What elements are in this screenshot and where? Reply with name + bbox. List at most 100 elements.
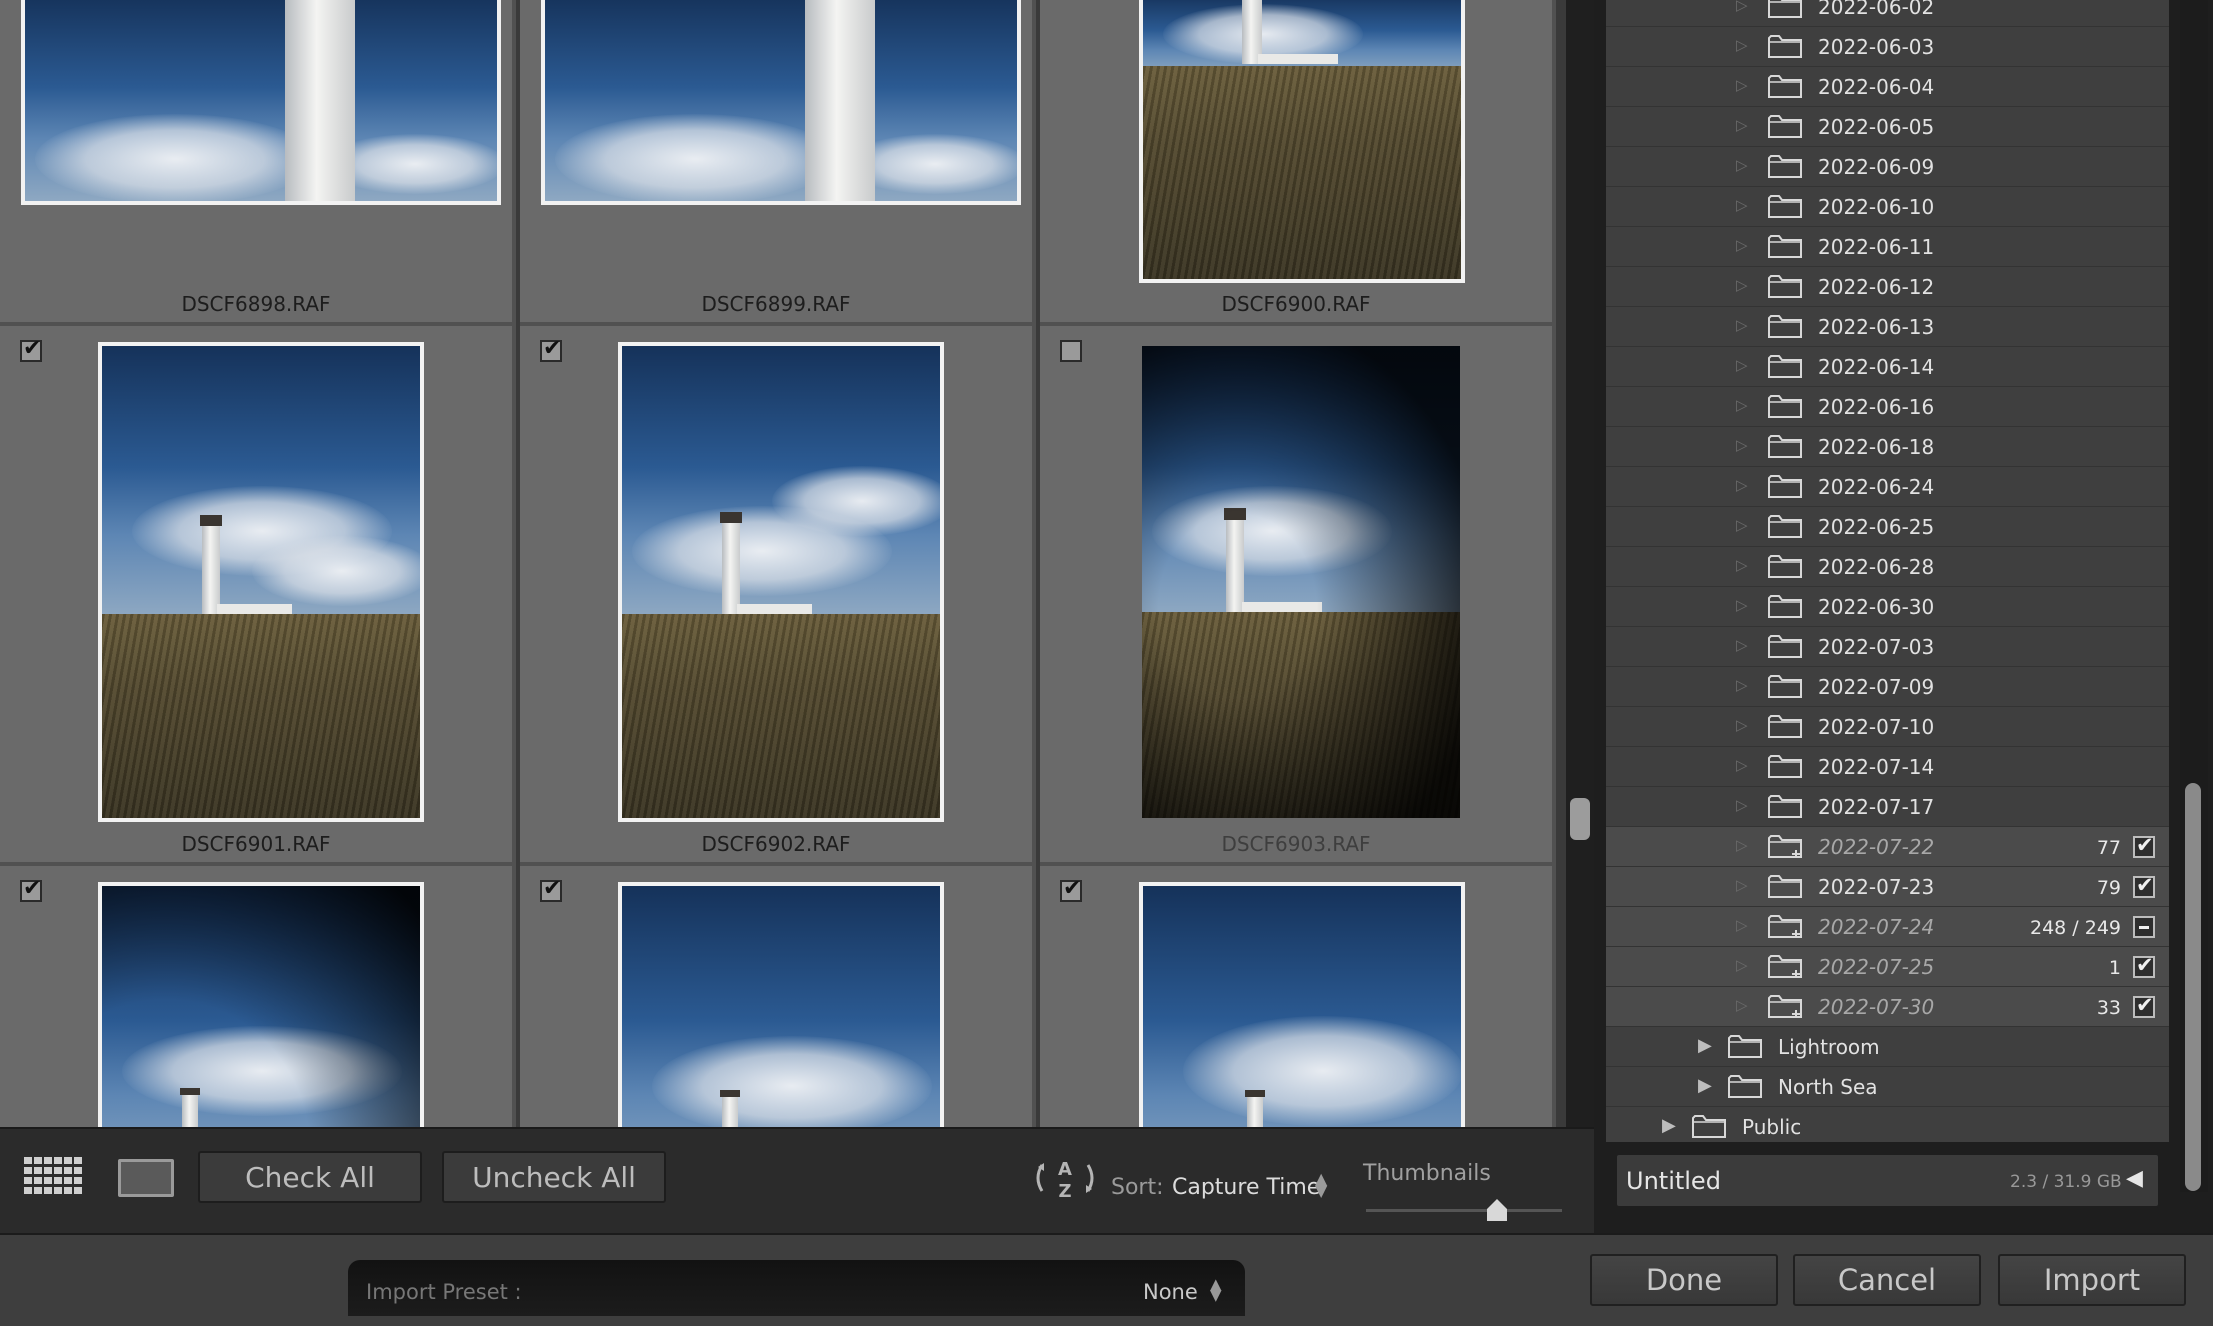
disclosure-triangle-icon[interactable]: ▷: [1736, 996, 1748, 1014]
disclosure-triangle-icon[interactable]: ▷: [1736, 716, 1748, 734]
photo-thumbnail[interactable]: [98, 342, 424, 822]
photo-thumbnail[interactable]: [1139, 882, 1465, 1127]
done-button[interactable]: Done: [1590, 1254, 1778, 1306]
thumbnail-cell[interactable]: [1040, 866, 1556, 1127]
folder-row-parent[interactable]: ▶ Lightroom: [1606, 1027, 2169, 1067]
include-checkbox[interactable]: [20, 876, 42, 902]
disclosure-triangle-icon[interactable]: ▷: [1736, 76, 1748, 94]
disclosure-triangle-icon[interactable]: ▷: [1736, 636, 1748, 654]
disclosure-triangle-icon[interactable]: ▷: [1736, 436, 1748, 454]
uncheck-all-button[interactable]: Uncheck All: [442, 1151, 666, 1203]
disclosure-triangle-icon[interactable]: ▷: [1736, 316, 1748, 334]
disclosure-triangle-icon[interactable]: ▷: [1736, 116, 1748, 134]
import-button[interactable]: Import: [1998, 1254, 2186, 1306]
photo-thumbnail[interactable]: [21, 0, 501, 205]
thumbnail-cell[interactable]: DSCF6898.RAF: [0, 0, 516, 326]
folder-row[interactable]: ▷ 2022-06-18: [1606, 427, 2169, 467]
folder-row[interactable]: ▷ 2022-07-14: [1606, 747, 2169, 787]
thumbnails-size-slider[interactable]: [1366, 1209, 1562, 1212]
disclosure-triangle-icon[interactable]: ▷: [1736, 0, 1748, 14]
disclosure-triangle-icon[interactable]: ▷: [1736, 956, 1748, 974]
photo-thumbnail[interactable]: [98, 882, 424, 1127]
photo-thumbnail[interactable]: [1142, 346, 1460, 818]
thumbnail-cell[interactable]: DSCF6899.RAF: [520, 0, 1036, 326]
sort-az-icon[interactable]: A Z: [1032, 1153, 1098, 1203]
folder-row[interactable]: ▷ 2022-06-05: [1606, 107, 2169, 147]
folder-row[interactable]: ▷ 2022-06-28: [1606, 547, 2169, 587]
folder-row[interactable]: ▷ 2022-06-16: [1606, 387, 2169, 427]
import-preset-value[interactable]: None: [1143, 1280, 1198, 1304]
folder-row[interactable]: ▷ 2022-07-30 33: [1606, 987, 2169, 1027]
include-checkbox[interactable]: [1060, 340, 1082, 362]
thumbnail-cell[interactable]: DSCF6903.RAF: [1040, 326, 1556, 866]
disclosure-triangle-icon[interactable]: ▷: [1736, 236, 1748, 254]
folder-row[interactable]: ▷ 2022-07-23 79: [1606, 867, 2169, 907]
disclosure-triangle-icon[interactable]: ▷: [1736, 476, 1748, 494]
grid-scrollbar[interactable]: [1566, 0, 1594, 1127]
disclosure-triangle-icon[interactable]: ▶: [1662, 1115, 1676, 1136]
disclosure-triangle-icon[interactable]: ▶: [1698, 1035, 1712, 1056]
check-all-button[interactable]: Check All: [198, 1151, 422, 1203]
folder-row[interactable]: ▷ 2022-07-10: [1606, 707, 2169, 747]
folder-row[interactable]: ▷ 2022-06-11: [1606, 227, 2169, 267]
folder-include-checkbox[interactable]: [2133, 953, 2155, 978]
photo-thumbnail[interactable]: [1139, 0, 1465, 283]
folder-row[interactable]: ▷ 2022-07-24 248 / 249: [1606, 907, 2169, 947]
thumbnail-cell[interactable]: [0, 866, 516, 1127]
folder-row[interactable]: ▷ 2022-06-14: [1606, 347, 2169, 387]
folder-include-checkbox[interactable]: [2133, 833, 2155, 858]
destination-name[interactable]: Untitled: [1626, 1167, 1721, 1195]
folder-row[interactable]: ▷ 2022-06-24: [1606, 467, 2169, 507]
folder-row[interactable]: ▷ 2022-07-03: [1606, 627, 2169, 667]
folder-include-checkbox[interactable]: [2133, 993, 2155, 1018]
folder-row[interactable]: ▷ 2022-06-03: [1606, 27, 2169, 67]
disclosure-triangle-icon[interactable]: ▷: [1736, 276, 1748, 294]
disclosure-triangle-icon[interactable]: ▷: [1736, 396, 1748, 414]
folder-row[interactable]: ▷ 2022-06-25: [1606, 507, 2169, 547]
sort-select-arrows-icon[interactable]: ▲ ▼: [1315, 1171, 1327, 1199]
thumbnail-cell[interactable]: DSCF6901.RAF: [0, 326, 516, 866]
folder-row[interactable]: ▷ 2022-06-30: [1606, 587, 2169, 627]
folder-row-parent[interactable]: ▶ North Sea: [1606, 1067, 2169, 1107]
folder-row[interactable]: ▷ 2022-07-22 77: [1606, 827, 2169, 867]
disclosure-triangle-icon[interactable]: ▷: [1736, 356, 1748, 374]
sort-select[interactable]: Capture Time: [1172, 1175, 1320, 1200]
folder-scrollbar[interactable]: [2180, 0, 2208, 1192]
disclosure-triangle-icon[interactable]: ▷: [1736, 916, 1748, 934]
disclosure-triangle-icon[interactable]: ▷: [1736, 676, 1748, 694]
include-checkbox[interactable]: [540, 876, 562, 902]
folder-row-parent[interactable]: ▶ Public: [1606, 1107, 2169, 1142]
loupe-view-icon[interactable]: [118, 1159, 174, 1197]
folder-row[interactable]: ▷ 2022-06-13: [1606, 307, 2169, 347]
folder-row[interactable]: ▷ 2022-07-25 1: [1606, 947, 2169, 987]
photo-thumbnail[interactable]: [618, 882, 944, 1127]
folder-scrollbar-thumb[interactable]: [2185, 783, 2201, 1191]
folder-row[interactable]: ▷ 2022-06-02: [1606, 0, 2169, 27]
disclosure-triangle-icon[interactable]: ▷: [1736, 756, 1748, 774]
disclosure-triangle-icon[interactable]: ▷: [1736, 836, 1748, 854]
grid-scrollbar-thumb[interactable]: [1570, 798, 1590, 840]
photo-thumbnail[interactable]: [618, 342, 944, 822]
folder-row[interactable]: ▷ 2022-06-10: [1606, 187, 2169, 227]
include-checkbox[interactable]: [540, 336, 562, 362]
folder-include-checkbox[interactable]: [2133, 916, 2155, 938]
folder-include-checkbox[interactable]: [2133, 873, 2155, 898]
include-checkbox[interactable]: [20, 336, 42, 362]
disclosure-triangle-icon[interactable]: ▷: [1736, 156, 1748, 174]
thumbnail-cell[interactable]: DSCF6900.RAF: [1040, 0, 1556, 326]
thumbnails-slider-knob[interactable]: [1487, 1199, 1508, 1221]
preset-select-arrows-icon[interactable]: ▲ ▼: [1210, 1277, 1222, 1303]
disclosure-triangle-icon[interactable]: ▷: [1736, 516, 1748, 534]
disclosure-triangle-icon[interactable]: ▷: [1736, 556, 1748, 574]
disclosure-triangle-icon[interactable]: ▷: [1736, 196, 1748, 214]
folder-row[interactable]: ▷ 2022-07-17: [1606, 787, 2169, 827]
disclosure-triangle-icon[interactable]: ▷: [1736, 876, 1748, 894]
disclosure-triangle-icon[interactable]: ▷: [1736, 596, 1748, 614]
folder-row[interactable]: ▷ 2022-06-12: [1606, 267, 2169, 307]
disclosure-triangle-icon[interactable]: ▷: [1736, 36, 1748, 54]
collapse-left-arrow-icon[interactable]: ◀: [2126, 1166, 2143, 1191]
thumbnail-cell[interactable]: DSCF6902.RAF: [520, 326, 1036, 866]
photo-thumbnail[interactable]: [541, 0, 1021, 205]
folder-row[interactable]: ▷ 2022-06-04: [1606, 67, 2169, 107]
thumbnail-cell[interactable]: [520, 866, 1036, 1127]
